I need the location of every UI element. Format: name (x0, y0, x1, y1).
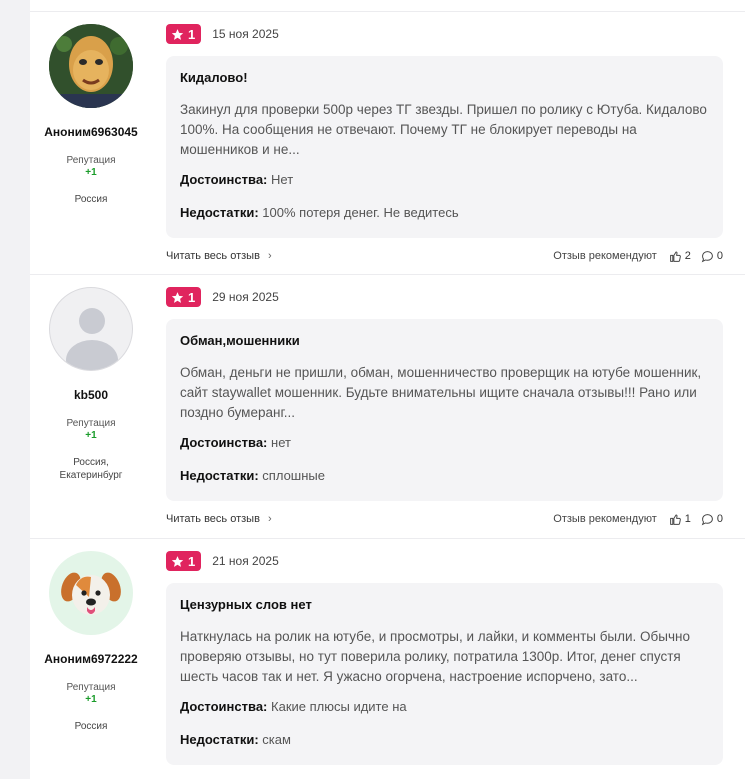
cons: Недостатки: скам (180, 732, 709, 765)
pros-text: Какие плюсы идите на (271, 699, 407, 714)
star-icon (171, 291, 184, 303)
review-date: 15 ноя 2025 (212, 27, 279, 41)
cons-text: скам (262, 732, 291, 747)
review-item: kb500 Репутация +1 Россия, Екатеринбург … (30, 275, 745, 539)
like-button[interactable]: 1 (669, 513, 691, 526)
chevron-right-icon: › (267, 513, 272, 525)
pros-text: Нет (271, 172, 294, 187)
review-author: Аноним6972222 Репутация +1 Россия (30, 551, 152, 733)
cons: Недостатки: сплошные (180, 468, 709, 501)
review-title[interactable]: Кидалово! (180, 70, 709, 100)
pros: Достоинства: Нет (180, 172, 709, 205)
dog-avatar[interactable] (49, 551, 133, 635)
reputation-label: Репутация (66, 155, 116, 166)
review-date: 21 ноя 2025 (212, 554, 279, 568)
cons: Недостатки: 100% потеря денег. Не ведите… (180, 205, 709, 238)
reputation-label: Репутация (66, 682, 116, 693)
review-author: Аноним6963045 Репутация +1 Россия (30, 24, 152, 206)
recommend-label: Отзыв рекомендуют (553, 513, 657, 525)
review-text: Обман, деньги не пришли, обман, мошеннич… (180, 365, 702, 420)
review-footer: Читать весь отзыв › Отзыв рекомендуют 1 0 (166, 501, 723, 537)
review-card: Цензурных слов нет Наткнулась на ролик н… (166, 583, 723, 765)
cons-label: Недостатки: (180, 205, 259, 220)
reputation-label: Репутация (66, 418, 116, 429)
recommend-label: Отзыв рекомендуют (553, 250, 657, 262)
review-meta: 1 15 ноя 2025 (166, 12, 723, 56)
reputation-value: +1 (85, 694, 97, 705)
like-button[interactable]: 2 (669, 250, 691, 263)
thumbs-up-icon (669, 251, 681, 262)
review-footer: Читать весь отзыв › Отзыв рекомендуют 2 0 (166, 238, 723, 274)
location: Россия (74, 194, 108, 205)
username[interactable]: kb500 (30, 388, 152, 402)
pros-label: Достоинства: (180, 172, 268, 187)
rating-value: 1 (188, 553, 196, 569)
cons-label: Недостатки: (180, 732, 259, 747)
star-icon (171, 555, 184, 567)
review-title[interactable]: Цензурных слов нет (180, 597, 709, 627)
review-text: Наткнулась на ролик на ютубе, и просмотр… (180, 629, 690, 684)
pros-text: нет (271, 435, 291, 450)
read-more-label: Читать весь отзыв (166, 250, 260, 262)
review-text: Закинул для проверки 500р через ТГ звезд… (180, 102, 707, 157)
chevron-right-icon: › (267, 250, 272, 262)
comment-count: 0 (716, 513, 723, 525)
thumbs-up-icon (669, 514, 681, 525)
comment-button[interactable]: 0 (701, 513, 723, 526)
review-content: 1 21 ноя 2025 Цензурных слов нет Наткнул… (166, 539, 723, 765)
pros-label: Достоинства: (180, 699, 268, 714)
review-item: Аноним6972222 Репутация +1 Россия 1 21 н… (30, 539, 745, 779)
rating-badge: 1 (166, 24, 202, 44)
review-meta: 1 21 ноя 2025 (166, 539, 723, 583)
review-card: Кидалово! Закинул для проверки 500р чере… (166, 56, 723, 238)
rating-value: 1 (188, 289, 196, 305)
username[interactable]: Аноним6972222 (30, 652, 152, 666)
read-more-link[interactable]: Читать весь отзыв › (166, 250, 272, 262)
review-author: kb500 Репутация +1 Россия, Екатеринбург (30, 287, 152, 482)
cons-text: сплошные (262, 468, 325, 483)
cons-text: 100% потеря денег. Не ведитесь (262, 205, 459, 220)
rating-badge: 1 (166, 287, 202, 307)
pros: Достоинства: нет (180, 435, 709, 468)
read-more-link[interactable]: Читать весь отзыв › (166, 513, 272, 525)
star-icon (171, 28, 184, 40)
read-more-label: Читать весь отзыв (166, 513, 260, 525)
pros-label: Достоинства: (180, 435, 268, 450)
like-count: 2 (684, 250, 691, 262)
comment-icon (701, 513, 713, 525)
default-user-avatar[interactable] (49, 287, 133, 371)
portrait-avatar[interactable] (49, 24, 133, 108)
rating-badge: 1 (166, 551, 202, 571)
username[interactable]: Аноним6963045 (30, 125, 152, 139)
reputation-value: +1 (85, 430, 97, 441)
reputation-value: +1 (85, 167, 97, 178)
cons-label: Недостатки: (180, 468, 259, 483)
review-card: Обман,мошенники Обман, деньги не пришли,… (166, 319, 723, 501)
review-meta: 1 29 ноя 2025 (166, 275, 723, 319)
rating-value: 1 (188, 26, 196, 42)
pros: Достоинства: Какие плюсы идите на (180, 699, 709, 732)
review-content: 1 15 ноя 2025 Кидалово! Закинул для пров… (166, 12, 723, 274)
location: Россия, Екатеринбург (59, 457, 123, 481)
review-content: 1 29 ноя 2025 Обман,мошенники Обман, ден… (166, 275, 723, 537)
review-item: Аноним6963045 Репутация +1 Россия 1 15 н… (30, 11, 745, 275)
review-title[interactable]: Обман,мошенники (180, 333, 709, 363)
review-date: 29 ноя 2025 (212, 290, 279, 304)
comment-icon (701, 250, 713, 262)
location: Россия (74, 721, 108, 732)
comment-count: 0 (716, 250, 723, 262)
reviews-page: Аноним6963045 Репутация +1 Россия 1 15 н… (30, 0, 745, 779)
like-count: 1 (684, 513, 691, 525)
comment-button[interactable]: 0 (701, 250, 723, 263)
